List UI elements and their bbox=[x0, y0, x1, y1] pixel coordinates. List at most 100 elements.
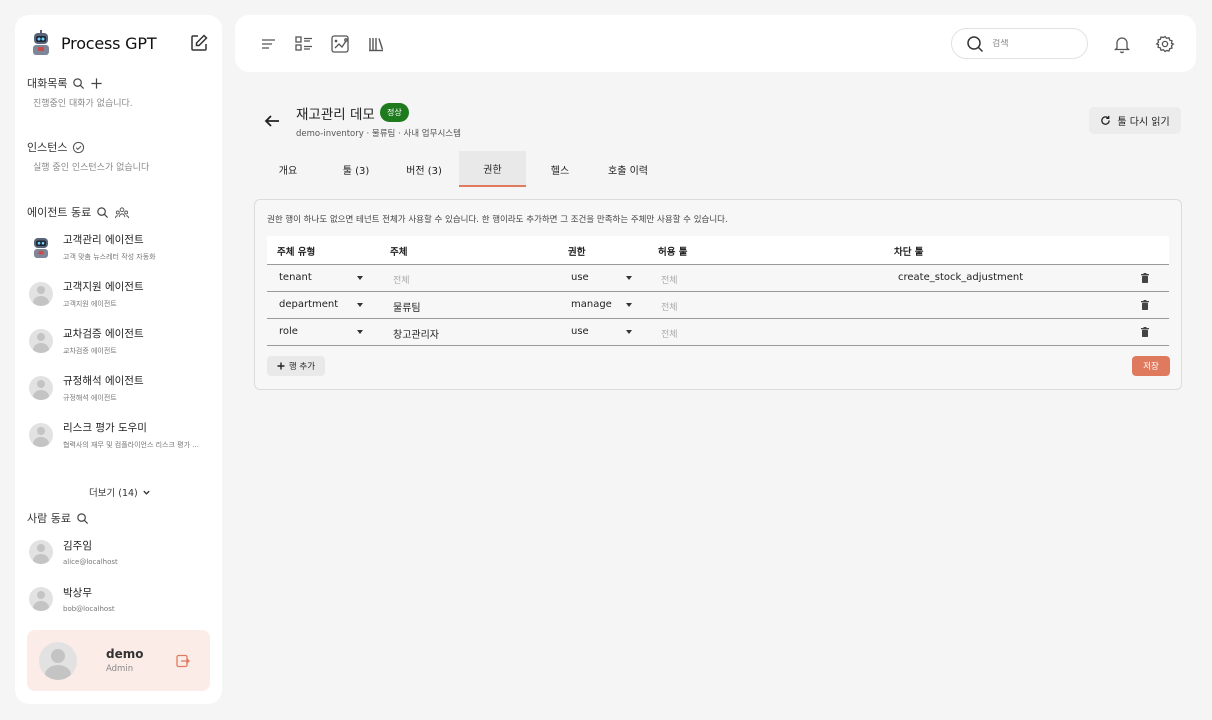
robot-avatar-icon bbox=[29, 235, 53, 259]
conversations-empty: 진행중인 대화가 없습니다. bbox=[33, 99, 133, 109]
instances-title: 인스턴스 bbox=[27, 141, 68, 154]
checklist-icon[interactable] bbox=[293, 33, 315, 55]
table-row: role 창고관리자 use 전체 bbox=[267, 319, 1169, 346]
agent-name: 리스크 평가 도우미 bbox=[63, 422, 147, 434]
agent-item[interactable]: 고객지원 에이전트 고객지원 에이전트 bbox=[29, 276, 214, 312]
agent-item[interactable]: 리스크 평가 도우미 협력사의 재무 및 컴플라이언스 리스크 평가 ... bbox=[29, 417, 214, 453]
app-name: Process GPT bbox=[61, 33, 157, 53]
agent-name: 고객관리 에이전트 bbox=[63, 234, 144, 246]
menu-lines-icon[interactable] bbox=[257, 33, 279, 55]
subject-input[interactable]: 창고관리자 bbox=[393, 326, 439, 341]
dropdown-caret-icon[interactable] bbox=[626, 276, 632, 280]
search-icon bbox=[967, 35, 984, 52]
person-email: alice@localhost bbox=[63, 558, 118, 566]
process-map-icon[interactable] bbox=[329, 33, 351, 55]
blocked-tools-input[interactable]: create_stock_adjustment bbox=[898, 272, 1023, 283]
permission-select[interactable]: manage bbox=[571, 299, 612, 310]
table-row: tenant 전체 use 전체 create_stock_adjustment bbox=[267, 265, 1169, 292]
avatar bbox=[29, 423, 53, 447]
table-row: department 물류팀 manage 전체 bbox=[267, 292, 1169, 319]
refresh-icon bbox=[1101, 115, 1111, 125]
page-subtitle: demo-inventory · 물류팀 · 사내 업무시스템 bbox=[296, 129, 461, 139]
dropdown-caret-icon[interactable] bbox=[357, 303, 363, 307]
subject-type-select[interactable]: role bbox=[279, 326, 298, 337]
subject-type-select[interactable]: department bbox=[279, 299, 338, 310]
search-icon[interactable] bbox=[76, 512, 89, 525]
save-label: 저장 bbox=[1143, 362, 1159, 372]
subject-type-select[interactable]: tenant bbox=[279, 272, 312, 283]
allowed-tools-input[interactable]: 전체 bbox=[661, 327, 678, 340]
agent-item[interactable]: 교차검증 에이전트 교차검증 에이전트 bbox=[29, 323, 214, 359]
search-box[interactable] bbox=[951, 28, 1088, 59]
reload-label: 툴 다시 읽기 bbox=[1117, 117, 1170, 128]
conversations-title: 대화목록 bbox=[27, 77, 68, 90]
avatar bbox=[39, 642, 77, 680]
dropdown-caret-icon[interactable] bbox=[357, 330, 363, 334]
permissions-panel: 권한 행이 하나도 없으면 테넌트 전체가 사용할 수 있습니다. 한 행이라도… bbox=[254, 199, 1182, 390]
agents-header: 에이전트 동료 bbox=[27, 204, 130, 220]
save-button[interactable]: 저장 bbox=[1132, 356, 1170, 376]
add-icon[interactable] bbox=[90, 77, 103, 90]
avatar bbox=[29, 376, 53, 400]
subject-input[interactable]: 전체 bbox=[393, 273, 410, 286]
avatar bbox=[29, 540, 53, 564]
reload-tools-button[interactable]: 툴 다시 읽기 bbox=[1089, 107, 1181, 134]
person-item[interactable]: 박상무 bob@localhost bbox=[29, 581, 214, 617]
allowed-tools-input[interactable]: 전체 bbox=[661, 273, 678, 286]
person-name: 김주임 bbox=[63, 540, 92, 552]
agent-desc: 고객지원 에이전트 bbox=[63, 300, 117, 308]
tab-versions[interactable]: 버전 (3) bbox=[390, 151, 458, 187]
dropdown-caret-icon[interactable] bbox=[626, 330, 632, 334]
add-row-button[interactable]: 행 추가 bbox=[267, 356, 325, 376]
search-icon[interactable] bbox=[72, 77, 85, 90]
add-row-label: 행 추가 bbox=[288, 362, 316, 372]
library-icon[interactable] bbox=[365, 33, 387, 55]
permission-select[interactable]: use bbox=[571, 326, 589, 337]
search-input[interactable] bbox=[992, 38, 1072, 49]
current-user-card: demo Admin bbox=[27, 630, 210, 691]
person-name: 박상무 bbox=[63, 587, 92, 599]
conversations-header: 대화목록 bbox=[27, 75, 103, 91]
subject-input[interactable]: 물류팀 bbox=[393, 299, 421, 314]
delete-row-icon[interactable] bbox=[1141, 327, 1149, 337]
check-circle-icon[interactable] bbox=[72, 141, 85, 154]
agent-name: 규정해석 에이전트 bbox=[63, 375, 144, 387]
agent-item[interactable]: 규정해석 에이전트 규정해석 에이전트 bbox=[29, 370, 214, 406]
people-title: 사람 동료 bbox=[27, 512, 71, 525]
people-header: 사람 동료 bbox=[27, 510, 89, 526]
tab-health[interactable]: 헬스 bbox=[526, 151, 594, 187]
sidebar: Process GPT 대화목록 진행중인 대화가 없습니다. 인스턴스 실행 … bbox=[15, 15, 222, 704]
agent-desc: 규정해석 에이전트 bbox=[63, 394, 117, 402]
dropdown-caret-icon[interactable] bbox=[626, 303, 632, 307]
column-header: 주체 bbox=[390, 247, 408, 258]
delete-row-icon[interactable] bbox=[1141, 300, 1149, 310]
search-icon[interactable] bbox=[96, 206, 109, 219]
tab-call-history[interactable]: 호출 이력 bbox=[594, 151, 662, 187]
instances-empty: 실행 중인 인스턴스가 없습니다 bbox=[33, 163, 150, 173]
delete-row-icon[interactable] bbox=[1141, 273, 1149, 283]
logout-icon[interactable] bbox=[176, 654, 190, 668]
agent-item[interactable]: 고객관리 에이전트 고객 맞춤 뉴스레터 작성 자동화 bbox=[29, 229, 214, 265]
agent-name: 고객지원 에이전트 bbox=[63, 281, 144, 293]
show-more-button[interactable]: 더보기 (14) bbox=[89, 485, 151, 499]
back-arrow-icon[interactable] bbox=[263, 112, 281, 130]
tab-overview[interactable]: 개요 bbox=[254, 151, 322, 187]
column-header: 차단 툴 bbox=[894, 247, 924, 258]
dropdown-caret-icon[interactable] bbox=[357, 276, 363, 280]
settings-gear-icon[interactable] bbox=[1154, 33, 1176, 55]
agent-desc: 협력사의 재무 및 컴플라이언스 리스크 평가 ... bbox=[63, 441, 199, 449]
avatar bbox=[29, 282, 53, 306]
agent-name: 교차검증 에이전트 bbox=[63, 328, 144, 340]
column-header: 허용 툴 bbox=[658, 247, 688, 258]
plus-icon bbox=[277, 362, 285, 370]
avatar bbox=[29, 587, 53, 611]
avatar bbox=[29, 329, 53, 353]
new-chat-edit-icon[interactable] bbox=[189, 33, 209, 53]
tab-permissions[interactable]: 권한 bbox=[459, 151, 526, 187]
bell-icon[interactable] bbox=[1111, 33, 1133, 55]
tab-tools[interactable]: 툴 (3) bbox=[322, 151, 390, 187]
allowed-tools-input[interactable]: 전체 bbox=[661, 300, 678, 313]
permission-select[interactable]: use bbox=[571, 272, 589, 283]
team-icon[interactable] bbox=[114, 206, 130, 219]
person-item[interactable]: 김주임 alice@localhost bbox=[29, 534, 214, 570]
